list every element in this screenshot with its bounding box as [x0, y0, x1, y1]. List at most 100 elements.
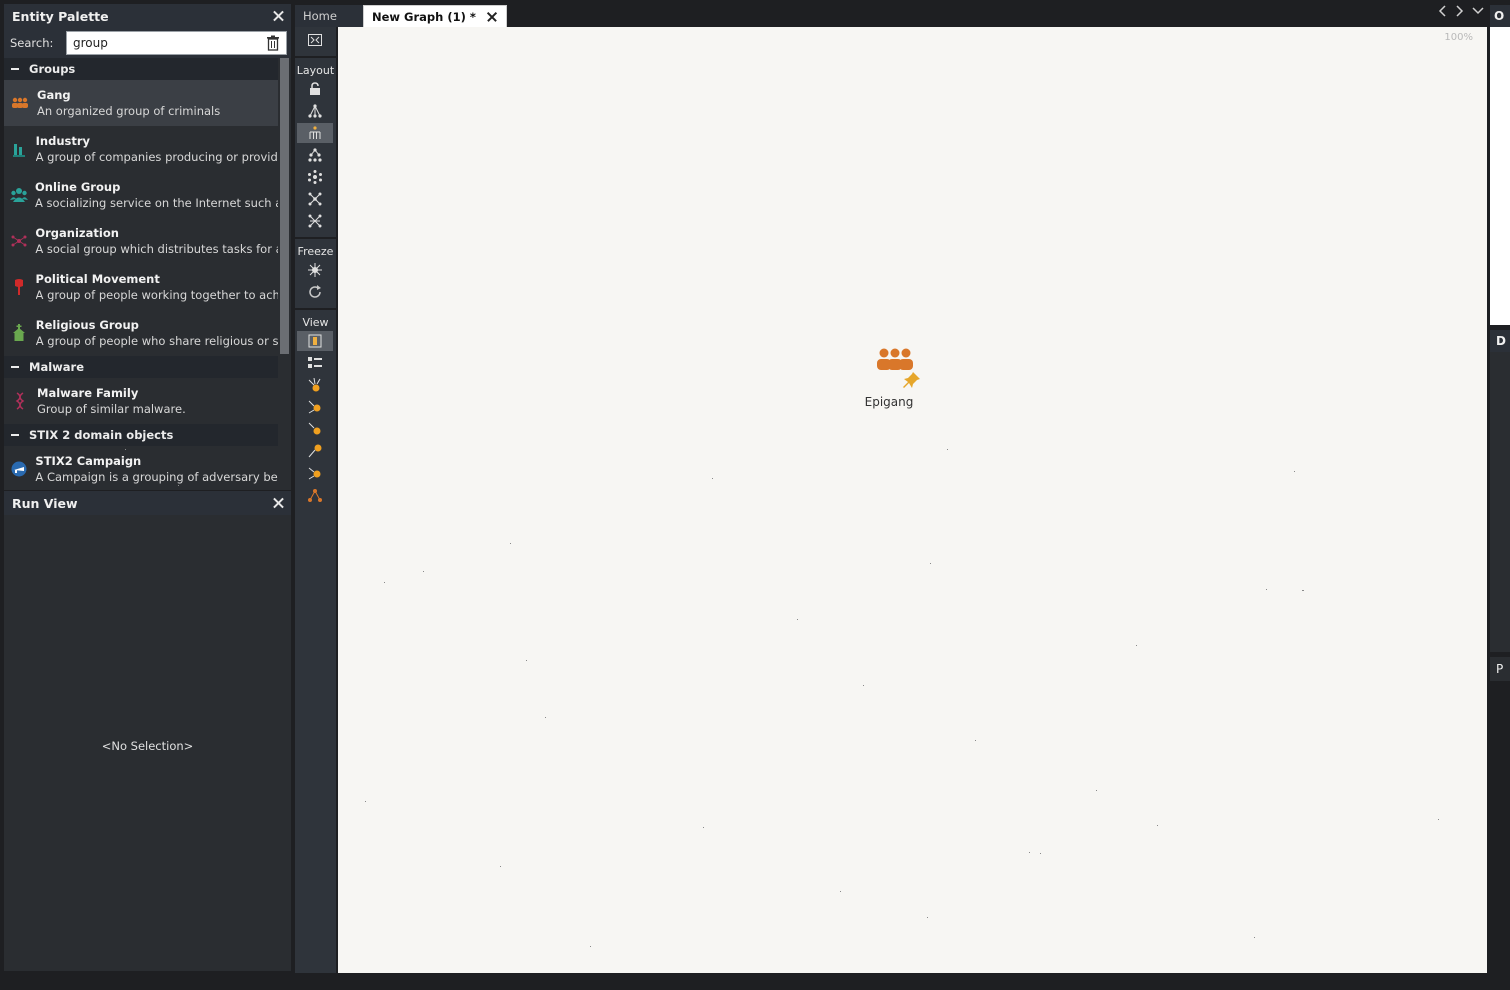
layout-section-label: Layout: [296, 64, 335, 77]
view-ranked-button[interactable]: [297, 375, 333, 395]
graph-node-epigang[interactable]: Epigang: [865, 347, 925, 409]
palette-item-religious-group[interactable]: Religious Group A group of people who sha…: [4, 310, 278, 356]
canvas-speckle: [863, 685, 864, 686]
interactive-layout-button[interactable]: [297, 211, 333, 231]
canvas-speckle: [510, 543, 511, 544]
stix2-campaign-icon: [10, 459, 28, 479]
canvas-speckle: [975, 740, 976, 741]
detail-panel: [1490, 352, 1510, 652]
item-name: Religious Group: [35, 317, 139, 332]
canvas-speckle: [365, 801, 366, 802]
palette-item-online-group[interactable]: Online Group A socializing service on the…: [4, 172, 278, 218]
item-name: Industry: [35, 133, 91, 148]
malware-family-icon: [10, 391, 30, 411]
zoom-to-fit-button[interactable]: [297, 30, 333, 50]
canvas-speckle: [423, 571, 424, 572]
no-selection-text: <No Selection>: [101, 739, 194, 753]
pin-icon[interactable]: [903, 371, 921, 393]
palette-item-malware-family[interactable]: Malware Family Group of similar malware.: [4, 378, 278, 424]
canvas-speckle: [703, 827, 704, 828]
tab-label: New Graph (1) *: [372, 9, 476, 24]
category-label: Malware: [29, 360, 85, 374]
refresh-icon[interactable]: [297, 282, 333, 302]
chevron-down-icon[interactable]: [1472, 4, 1484, 18]
canvas-speckle: [797, 619, 798, 620]
canvas-speckle: [125, 449, 126, 450]
graph-toolbar: Layout Freeze View: [295, 27, 336, 973]
run-view-panel: Run View <No Selection>: [4, 491, 291, 971]
item-description: Group of similar malware.: [37, 401, 186, 416]
view-links-button[interactable]: [297, 441, 333, 461]
close-icon[interactable]: [271, 9, 285, 23]
item-description: A group of people who share religious or…: [35, 333, 278, 348]
item-name: STIX2 Campaign: [35, 453, 142, 468]
lock-layout-button[interactable]: [297, 79, 333, 99]
run-view-header: Run View: [4, 491, 291, 515]
canvas-speckle: [1096, 790, 1097, 791]
item-description: A social group which distributes tasks f…: [35, 241, 278, 256]
trash-icon[interactable]: [266, 35, 280, 51]
canvas-speckle: [927, 917, 928, 918]
tree-layout-button[interactable]: [297, 145, 333, 165]
canvas-speckle: [840, 891, 841, 892]
tab-navigation: [1436, 4, 1484, 18]
detail-panel-header[interactable]: D: [1490, 330, 1510, 352]
category-label: Groups: [29, 62, 76, 76]
tab-home[interactable]: Home: [295, 5, 363, 27]
collapse-icon: [11, 68, 19, 70]
entity-palette-list: Groups Gang An organized group of crimina…: [4, 58, 291, 490]
overview-panel: [1490, 27, 1510, 325]
chevron-right-icon[interactable]: [1454, 4, 1466, 18]
chevron-left-icon[interactable]: [1436, 4, 1448, 18]
item-name: Political Movement: [35, 271, 160, 286]
freeze-button[interactable]: [297, 260, 333, 280]
canvas-speckle: [526, 660, 527, 661]
search-input[interactable]: [73, 36, 266, 50]
canvas-speckle: [1040, 853, 1041, 854]
view-tree-button[interactable]: [297, 485, 333, 505]
canvas-speckle: [545, 717, 546, 718]
hierarchical-layout-button[interactable]: [297, 123, 333, 143]
close-icon[interactable]: [271, 496, 285, 510]
entity-list-button[interactable]: [297, 353, 333, 373]
palette-item-gang[interactable]: Gang An organized group of criminals: [4, 80, 278, 126]
toolbar-separator: [295, 308, 336, 310]
collapse-icon: [11, 366, 19, 368]
view-outgoing-button[interactable]: [297, 419, 333, 439]
item-description: An organized group of criminals: [37, 103, 221, 118]
left-column: Entity Palette Search: Groups GangAn org…: [4, 4, 291, 971]
palette-item-industry[interactable]: Industry A group of companies producing o…: [4, 126, 278, 172]
zoom-level: 100%: [1444, 32, 1473, 43]
organic-layout-button[interactable]: [297, 189, 333, 209]
palette-content: Groups Gang An organized group of crimina…: [4, 58, 278, 490]
item-description: A Campaign is a grouping of adversary be…: [35, 469, 278, 484]
circular-layout-button[interactable]: [297, 167, 333, 187]
category-header-malware[interactable]: Malware: [4, 356, 278, 378]
graph-canvas[interactable]: 100% Epigang: [125, 27, 1487, 973]
palette-item-organization[interactable]: Organization A social group which distrib…: [4, 218, 278, 264]
search-box[interactable]: [66, 31, 287, 55]
scrollbar-thumb[interactable]: [280, 58, 289, 354]
religious-group-icon: [10, 323, 29, 343]
view-incoming-button[interactable]: [297, 397, 333, 417]
view-edge-weight-button[interactable]: [297, 463, 333, 483]
main-view-button[interactable]: [297, 331, 333, 351]
category-header-stix2[interactable]: STIX 2 domain objects: [4, 424, 278, 446]
political-movement-icon: [10, 277, 29, 297]
canvas-speckle: [1136, 645, 1137, 646]
right-panels: O D P: [1490, 5, 1510, 973]
canvas-speckle: [1157, 825, 1158, 826]
palette-item-political-movement[interactable]: Political Movement A group of people work…: [4, 264, 278, 310]
canvas-speckle: [590, 946, 591, 947]
palette-scrollbar[interactable]: [278, 58, 291, 490]
block-layout-button[interactable]: [297, 101, 333, 121]
tab-new-graph[interactable]: New Graph (1) *: [363, 5, 507, 27]
category-header-groups[interactable]: Groups: [4, 58, 278, 80]
canvas-speckle: [1294, 471, 1295, 472]
palette-item-stix2-campaign[interactable]: STIX2 Campaign A Campaign is a grouping o…: [4, 446, 278, 490]
close-icon[interactable]: [486, 11, 498, 23]
canvas-speckle: [1029, 852, 1030, 853]
palette-search-row: Search:: [4, 28, 291, 58]
overview-panel-header[interactable]: O: [1490, 5, 1510, 27]
property-panel-header[interactable]: P: [1490, 657, 1510, 681]
